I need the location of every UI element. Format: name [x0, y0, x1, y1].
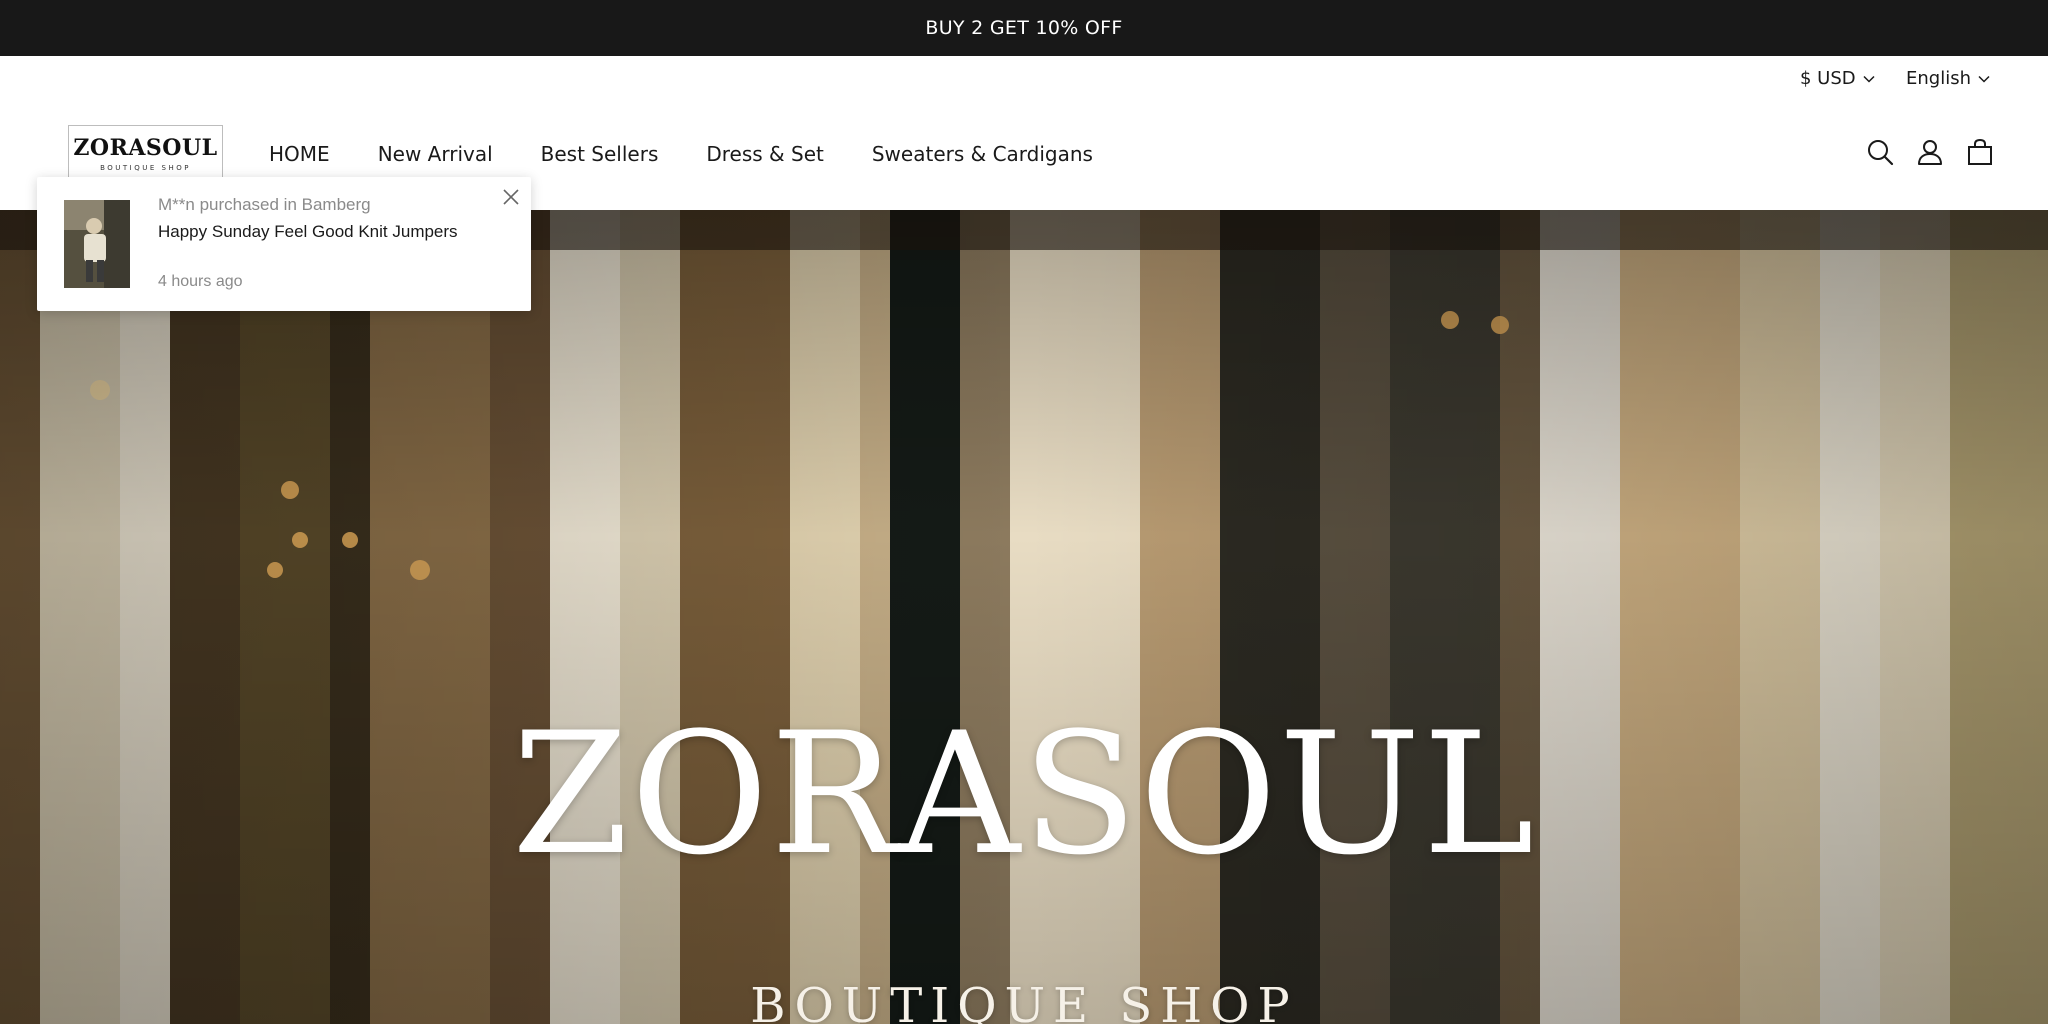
- hero-banner: ZORASOUL BOUTIQUE SHOP: [0, 210, 2048, 1024]
- currency-selector[interactable]: $ USD: [1800, 68, 1876, 89]
- nav-item-dress-set[interactable]: Dress & Set: [706, 142, 823, 166]
- nav-item-sweaters-cardigans[interactable]: Sweaters & Cardigans: [872, 142, 1093, 166]
- logo-name: ZORASOUL: [73, 134, 218, 161]
- announcement-text: BUY 2 GET 10% OFF: [925, 17, 1123, 39]
- logo-tagline: BOUTIQUE SHOP: [100, 163, 191, 172]
- utility-bar: $ USD English: [0, 56, 2048, 102]
- popup-product-name[interactable]: Happy Sunday Feel Good Knit Jumpers: [158, 222, 458, 242]
- hero-background-image: [0, 210, 2048, 1024]
- hero-title: ZORASOUL: [511, 696, 1537, 892]
- popup-time: 4 hours ago: [158, 273, 243, 290]
- header-actions: [1866, 138, 1994, 166]
- language-label: English: [1906, 68, 1971, 89]
- chevron-down-icon: [1863, 75, 1875, 83]
- product-thumbnail[interactable]: [64, 200, 130, 288]
- currency-label: $ USD: [1800, 68, 1856, 89]
- hero-subtitle: BOUTIQUE SHOP: [750, 978, 1298, 1024]
- nav-item-best-sellers[interactable]: Best Sellers: [541, 142, 659, 166]
- cart-icon[interactable]: [1966, 138, 1994, 166]
- language-selector[interactable]: English: [1906, 68, 1991, 89]
- nav-item-new-arrival[interactable]: New Arrival: [378, 142, 493, 166]
- recent-purchase-popup[interactable]: M**n purchased in Bamberg Happy Sunday F…: [37, 177, 531, 311]
- nav-item-home[interactable]: HOME: [269, 142, 330, 166]
- main-nav: HOME New Arrival Best Sellers Dress & Se…: [269, 142, 1093, 166]
- close-icon[interactable]: [501, 187, 521, 207]
- chevron-down-icon: [1978, 75, 1990, 83]
- search-icon[interactable]: [1866, 138, 1894, 166]
- announcement-bar: BUY 2 GET 10% OFF: [0, 0, 2048, 56]
- popup-buyer-location: M**n purchased in Bamberg: [158, 195, 371, 214]
- account-icon[interactable]: [1916, 138, 1944, 166]
- site-logo[interactable]: ZORASOUL BOUTIQUE SHOP: [68, 125, 223, 181]
